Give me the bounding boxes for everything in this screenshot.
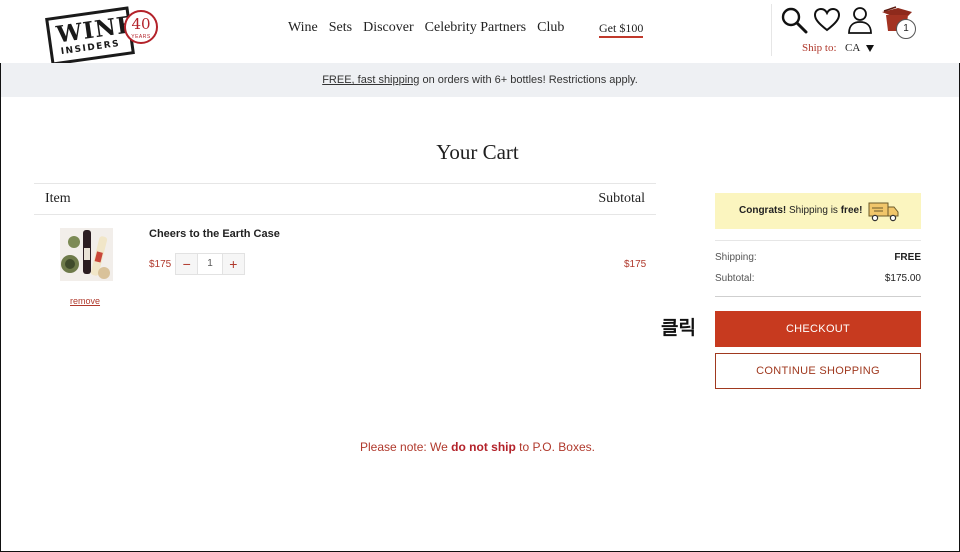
congrats-strong: Congrats!	[739, 205, 787, 216]
column-header-item: Item	[45, 191, 71, 206]
truck-icon	[867, 200, 899, 222]
header-divider	[771, 4, 772, 56]
subtotal-label: Subtotal:	[715, 273, 755, 284]
line-subtotal: $175	[624, 259, 647, 270]
congrats-free: free!	[840, 205, 863, 216]
nav-wine[interactable]: Wine	[288, 18, 318, 38]
unit-price: $175	[149, 259, 172, 270]
continue-shopping-button[interactable]: CONTINUE SHOPPING	[715, 353, 921, 389]
product-name[interactable]: Cheers to the Earth Case	[149, 228, 280, 240]
note-strong: do not ship	[451, 440, 516, 454]
banner-text: on orders with 6+ bottles! Restrictions …	[419, 74, 638, 86]
nav-sets[interactable]: Sets	[329, 18, 352, 38]
subtotal-value: $175.00	[884, 273, 921, 284]
note-suffix: to P.O. Boxes.	[515, 440, 595, 454]
page-title: Your Cart	[436, 140, 519, 164]
cart-table-header: Item Subtotal	[34, 183, 656, 215]
remove-link[interactable]: remove	[70, 296, 100, 306]
shipping-banner: FREE, fast shipping on orders with 6+ bo…	[1, 63, 959, 97]
site-header: WINE INSIDERS 40 YEARS Wine Sets Discove…	[0, 0, 960, 66]
free-shipping-link[interactable]: FREE, fast shipping	[322, 74, 419, 86]
free-shipping-text: Congrats! Shipping is free!	[739, 205, 862, 216]
free-shipping-notice: Congrats! Shipping is free!	[715, 193, 921, 229]
click-annotation: 클릭	[661, 317, 696, 339]
cart-count-badge: 1	[896, 19, 916, 39]
decrement-button[interactable]: −	[176, 254, 198, 274]
quantity-stepper: − 1 +	[175, 253, 245, 275]
congrats-mid: Shipping is	[786, 205, 841, 216]
site-logo[interactable]: WINE INSIDERS 40 YEARS	[45, 6, 164, 66]
user-icon[interactable]	[846, 6, 874, 34]
quantity-input[interactable]: 1	[197, 254, 223, 274]
logo-seal-number: 40	[131, 15, 151, 33]
nav-discover[interactable]: Discover	[363, 18, 414, 38]
product-thumbnail[interactable]	[60, 228, 113, 281]
summary-divider	[715, 240, 921, 241]
summary-divider-2	[715, 296, 921, 297]
note-prefix: Please note: We	[360, 440, 452, 454]
search-icon[interactable]	[780, 6, 808, 34]
ship-to-value[interactable]: CA	[845, 42, 860, 54]
main-nav: Wine Sets Discover Celebrity Partners Cl…	[288, 18, 575, 38]
increment-button[interactable]: +	[222, 254, 245, 274]
get-100-link[interactable]: Get $100	[599, 21, 644, 38]
logo-seal-text: YEARS	[131, 34, 151, 40]
nav-celebrity-partners[interactable]: Celebrity Partners	[425, 18, 526, 38]
checkout-button[interactable]: CHECKOUT	[715, 311, 921, 347]
heart-icon[interactable]	[813, 6, 841, 34]
shipping-label: Shipping:	[715, 252, 757, 263]
column-header-subtotal: Subtotal	[598, 191, 645, 206]
logo-box: WINE INSIDERS	[45, 6, 137, 66]
po-box-note: Please note: We do not ship to P.O. Boxe…	[0, 440, 955, 454]
logo-seal: 40 YEARS	[124, 10, 158, 44]
ship-to-label: Ship to:	[802, 42, 837, 54]
chevron-down-icon[interactable]	[866, 45, 874, 52]
shipping-value: FREE	[894, 252, 921, 263]
nav-club[interactable]: Club	[537, 18, 564, 38]
